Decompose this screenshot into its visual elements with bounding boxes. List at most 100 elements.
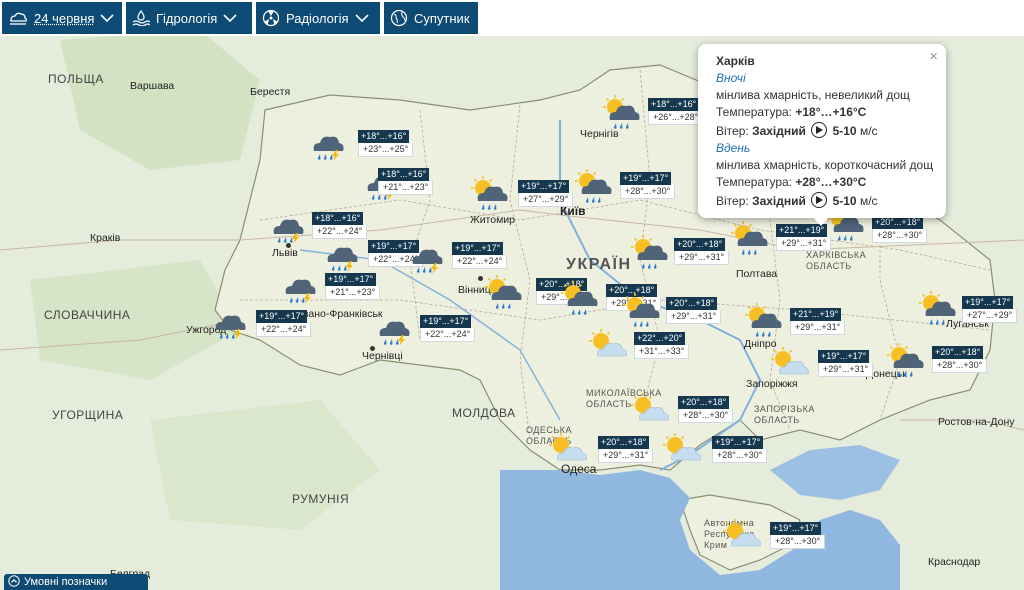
storm-rain-icon[interactable] bbox=[266, 208, 306, 244]
globe-icon bbox=[390, 9, 408, 27]
forecast-badge[interactable]: +18°...+16° +22°...+24° bbox=[312, 212, 368, 239]
close-icon[interactable]: × bbox=[929, 48, 938, 65]
night-temp: +21°...+19° bbox=[790, 308, 842, 321]
sun-cloud-rain-icon[interactable] bbox=[918, 290, 958, 325]
forecast-badge[interactable]: +20°...+18° +28°...+30° bbox=[678, 396, 734, 423]
oblast-label-kharkiv: ХАРКІВСЬКА ОБЛАСТЬ bbox=[806, 250, 867, 271]
popup-city: Харків bbox=[716, 54, 755, 68]
forecast-badge[interactable]: +18°...+16° +23°...+25° bbox=[358, 130, 414, 157]
day-temp: +28°...+30° bbox=[932, 359, 988, 373]
sun-cloud-rain-icon[interactable] bbox=[560, 280, 600, 315]
sun-cloud-rain-icon[interactable] bbox=[622, 292, 662, 327]
wind-unit: м/с bbox=[859, 194, 878, 208]
day-temp: +29°...+31° bbox=[776, 237, 832, 251]
day-temp: +27°...+29° bbox=[518, 193, 574, 207]
forecast-badge[interactable]: +19°...+17° +22°...+24° bbox=[256, 310, 312, 337]
sun-cloud-rain-icon[interactable] bbox=[470, 175, 510, 210]
sun-cloud-icon[interactable] bbox=[588, 328, 628, 362]
country-label-romania: РУМУНІЯ bbox=[292, 492, 350, 506]
forecast-badge[interactable]: +20°...+18°+29°...+31° bbox=[674, 238, 730, 265]
forecast-badge[interactable]: +18°...+16° +26°...+28° bbox=[648, 98, 704, 125]
night-temp: +20°...+18° bbox=[598, 436, 650, 449]
forecast-badge[interactable]: +19°...+17° +28°...+30° bbox=[620, 172, 676, 199]
city-dot bbox=[478, 276, 483, 281]
forecast-badge[interactable]: +19°...+17° +27°...+29° bbox=[962, 296, 1018, 323]
storm-rain-icon[interactable] bbox=[320, 236, 360, 272]
forecast-badge[interactable]: +18°...+16° +21°...+23° bbox=[378, 168, 434, 195]
oblast-label-zaporizhzhia: ЗАПОРІЗЬКА ОБЛАСТЬ bbox=[754, 404, 815, 425]
chevron-down-icon bbox=[354, 13, 369, 23]
sun-cloud-rain-icon[interactable] bbox=[574, 168, 614, 203]
weather-icon bbox=[8, 10, 28, 26]
day-temp: +27°...+29° bbox=[962, 309, 1018, 323]
sun-cloud-rain-icon[interactable] bbox=[484, 274, 524, 309]
night-temp: +19°...+17° bbox=[620, 172, 672, 185]
city-label: Краків bbox=[90, 232, 121, 244]
sun-cloud-icon[interactable] bbox=[770, 346, 810, 380]
wind-unit: м/с bbox=[859, 124, 878, 138]
sun-cloud-icon[interactable] bbox=[722, 518, 762, 552]
forecast-badge[interactable]: +20°...+18°+29°...+31° bbox=[598, 436, 654, 463]
sun-cloud-rain-icon[interactable] bbox=[744, 302, 784, 337]
sun-cloud-rain-icon[interactable] bbox=[886, 342, 926, 377]
sun-cloud-icon[interactable] bbox=[630, 392, 670, 426]
forecast-badge[interactable]: +20°...+18° +28°...+30° bbox=[872, 216, 928, 243]
forecast-badge[interactable]: +19°...+17° +22°...+24° bbox=[420, 315, 476, 342]
forecast-badge[interactable]: +20°...+18°+29°...+31° bbox=[666, 297, 722, 324]
popup-day-desc: мінлива хмарність, короткочасний дощ bbox=[716, 158, 934, 172]
temp-label: Температура: bbox=[716, 105, 793, 119]
country-label-hungary: УГОРЩИНА bbox=[52, 408, 124, 422]
forecast-badge[interactable]: +19°...+17° +29°...+31° bbox=[818, 350, 874, 377]
night-temp: +20°...+18° bbox=[932, 346, 984, 359]
popup-night-wind-row: Вітер: Західний 5-10 м/с bbox=[716, 122, 928, 138]
storm-rain-icon[interactable] bbox=[278, 268, 318, 304]
forecast-badge[interactable]: +22°...+20° +31°...+33° bbox=[634, 332, 690, 359]
night-temp: +19°...+17° bbox=[420, 315, 472, 328]
country-label-moldova: МОЛДОВА bbox=[452, 406, 516, 420]
sun-cloud-rain-icon[interactable] bbox=[730, 220, 770, 255]
night-temp: +19°...+17° bbox=[325, 273, 377, 286]
country-label-ukraine: УКРАЇН bbox=[566, 256, 632, 273]
legend-button[interactable]: Умовні позначки bbox=[4, 574, 148, 590]
forecast-badge[interactable]: +21°...+19° +29°...+31° bbox=[776, 224, 832, 251]
sun-cloud-icon[interactable] bbox=[662, 432, 702, 466]
forecast-badge[interactable]: +19°...+17° +22°...+24° bbox=[452, 242, 508, 269]
forecast-badge[interactable]: +19°...+17° +28°...+30° bbox=[712, 436, 768, 463]
toolbar: 24 червня Гідрологія Радіологія Супутник bbox=[0, 0, 1024, 36]
forecast-badge[interactable]: +20°...+18° +28°...+30° bbox=[932, 346, 988, 373]
radiation-icon bbox=[262, 9, 280, 27]
day-temp: +21°...+23° bbox=[325, 286, 381, 300]
hydrology-selector[interactable]: Гідрологія bbox=[126, 2, 252, 34]
storm-rain-icon[interactable] bbox=[208, 304, 248, 340]
sun-cloud-rain-icon[interactable] bbox=[602, 94, 642, 129]
night-temp: +18°...+16° bbox=[358, 130, 410, 143]
city-label: Краснодар bbox=[928, 556, 981, 568]
hydrology-label: Гідрологія bbox=[156, 10, 218, 26]
storm-rain-icon[interactable] bbox=[372, 310, 412, 346]
popup-day-temp-row: Температура: +28°…+30°C bbox=[716, 175, 928, 189]
day-temp: +21°...+23° bbox=[378, 181, 434, 195]
night-temp: +19°...+17° bbox=[962, 296, 1014, 309]
day-temp: +29°...+31° bbox=[598, 449, 654, 463]
day-temp: +26°...+28° bbox=[648, 111, 704, 125]
radiology-selector[interactable]: Радіологія bbox=[256, 2, 380, 34]
sun-cloud-icon[interactable] bbox=[548, 432, 588, 466]
day-temp: +28°...+30° bbox=[770, 535, 826, 549]
forecast-badge[interactable]: +21°...+19° +29°...+31° bbox=[790, 308, 846, 335]
sun-cloud-rain-icon[interactable] bbox=[630, 234, 670, 269]
day-temp: +29°...+31° bbox=[818, 363, 874, 377]
date-selector[interactable]: 24 червня bbox=[2, 2, 122, 34]
day-temp: +23°...+25° bbox=[358, 143, 414, 157]
forecast-badge[interactable]: +19°...+17° +27°...+29° bbox=[518, 180, 574, 207]
night-temp: +19°...+17° bbox=[770, 522, 822, 535]
day-temp: +29°...+31° bbox=[666, 310, 722, 324]
storm-rain-icon[interactable] bbox=[405, 238, 445, 274]
satellite-button[interactable]: Супутник bbox=[384, 2, 478, 34]
forecast-badge[interactable]: +19°...+17° +28°...+30° bbox=[770, 522, 826, 549]
city-label: Житомир bbox=[470, 214, 516, 226]
city-label: Івано-Франківськ bbox=[300, 308, 383, 320]
day-temp: +28°...+30° bbox=[678, 409, 734, 423]
storm-rain-icon[interactable] bbox=[306, 125, 346, 161]
day-temp: +28°...+30° bbox=[712, 449, 768, 463]
forecast-badge[interactable]: +19°...+17° +21°...+23° bbox=[325, 273, 381, 300]
